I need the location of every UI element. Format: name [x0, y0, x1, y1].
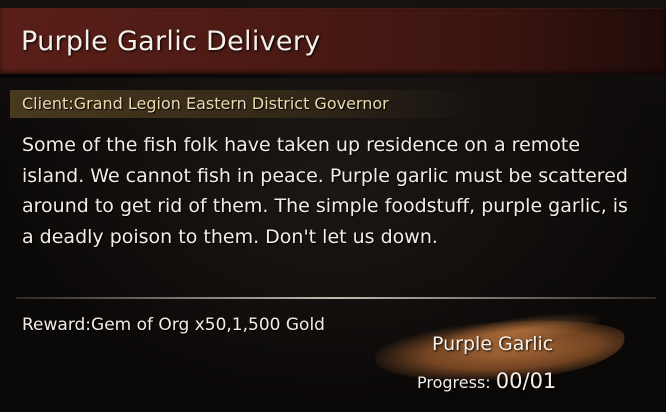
quest-title: Purple Garlic Delivery	[21, 26, 321, 57]
objective-name: Purple Garlic	[432, 333, 554, 355]
client-label: Client:	[22, 94, 74, 113]
reward-label: Reward:	[22, 315, 92, 335]
progress-label: Progress:	[417, 373, 491, 392]
quest-description: Some of the fish folk have taken up resi…	[22, 134, 628, 248]
objective-progress: Progress: 00/01	[417, 369, 556, 393]
progress-count: 00/01	[495, 369, 557, 393]
divider	[16, 297, 656, 299]
reward-value: Gem of Org x50,1,500 Gold	[91, 315, 325, 335]
quest-client: Client:Grand Legion Eastern District Gov…	[22, 94, 389, 113]
quest-panel: Purple Garlic Delivery Client:Grand Legi…	[0, 0, 666, 412]
quest-reward: Reward:Gem of Org x50,1,500 Gold	[22, 315, 325, 335]
client-name: Grand Legion Eastern District Governor	[73, 94, 389, 113]
